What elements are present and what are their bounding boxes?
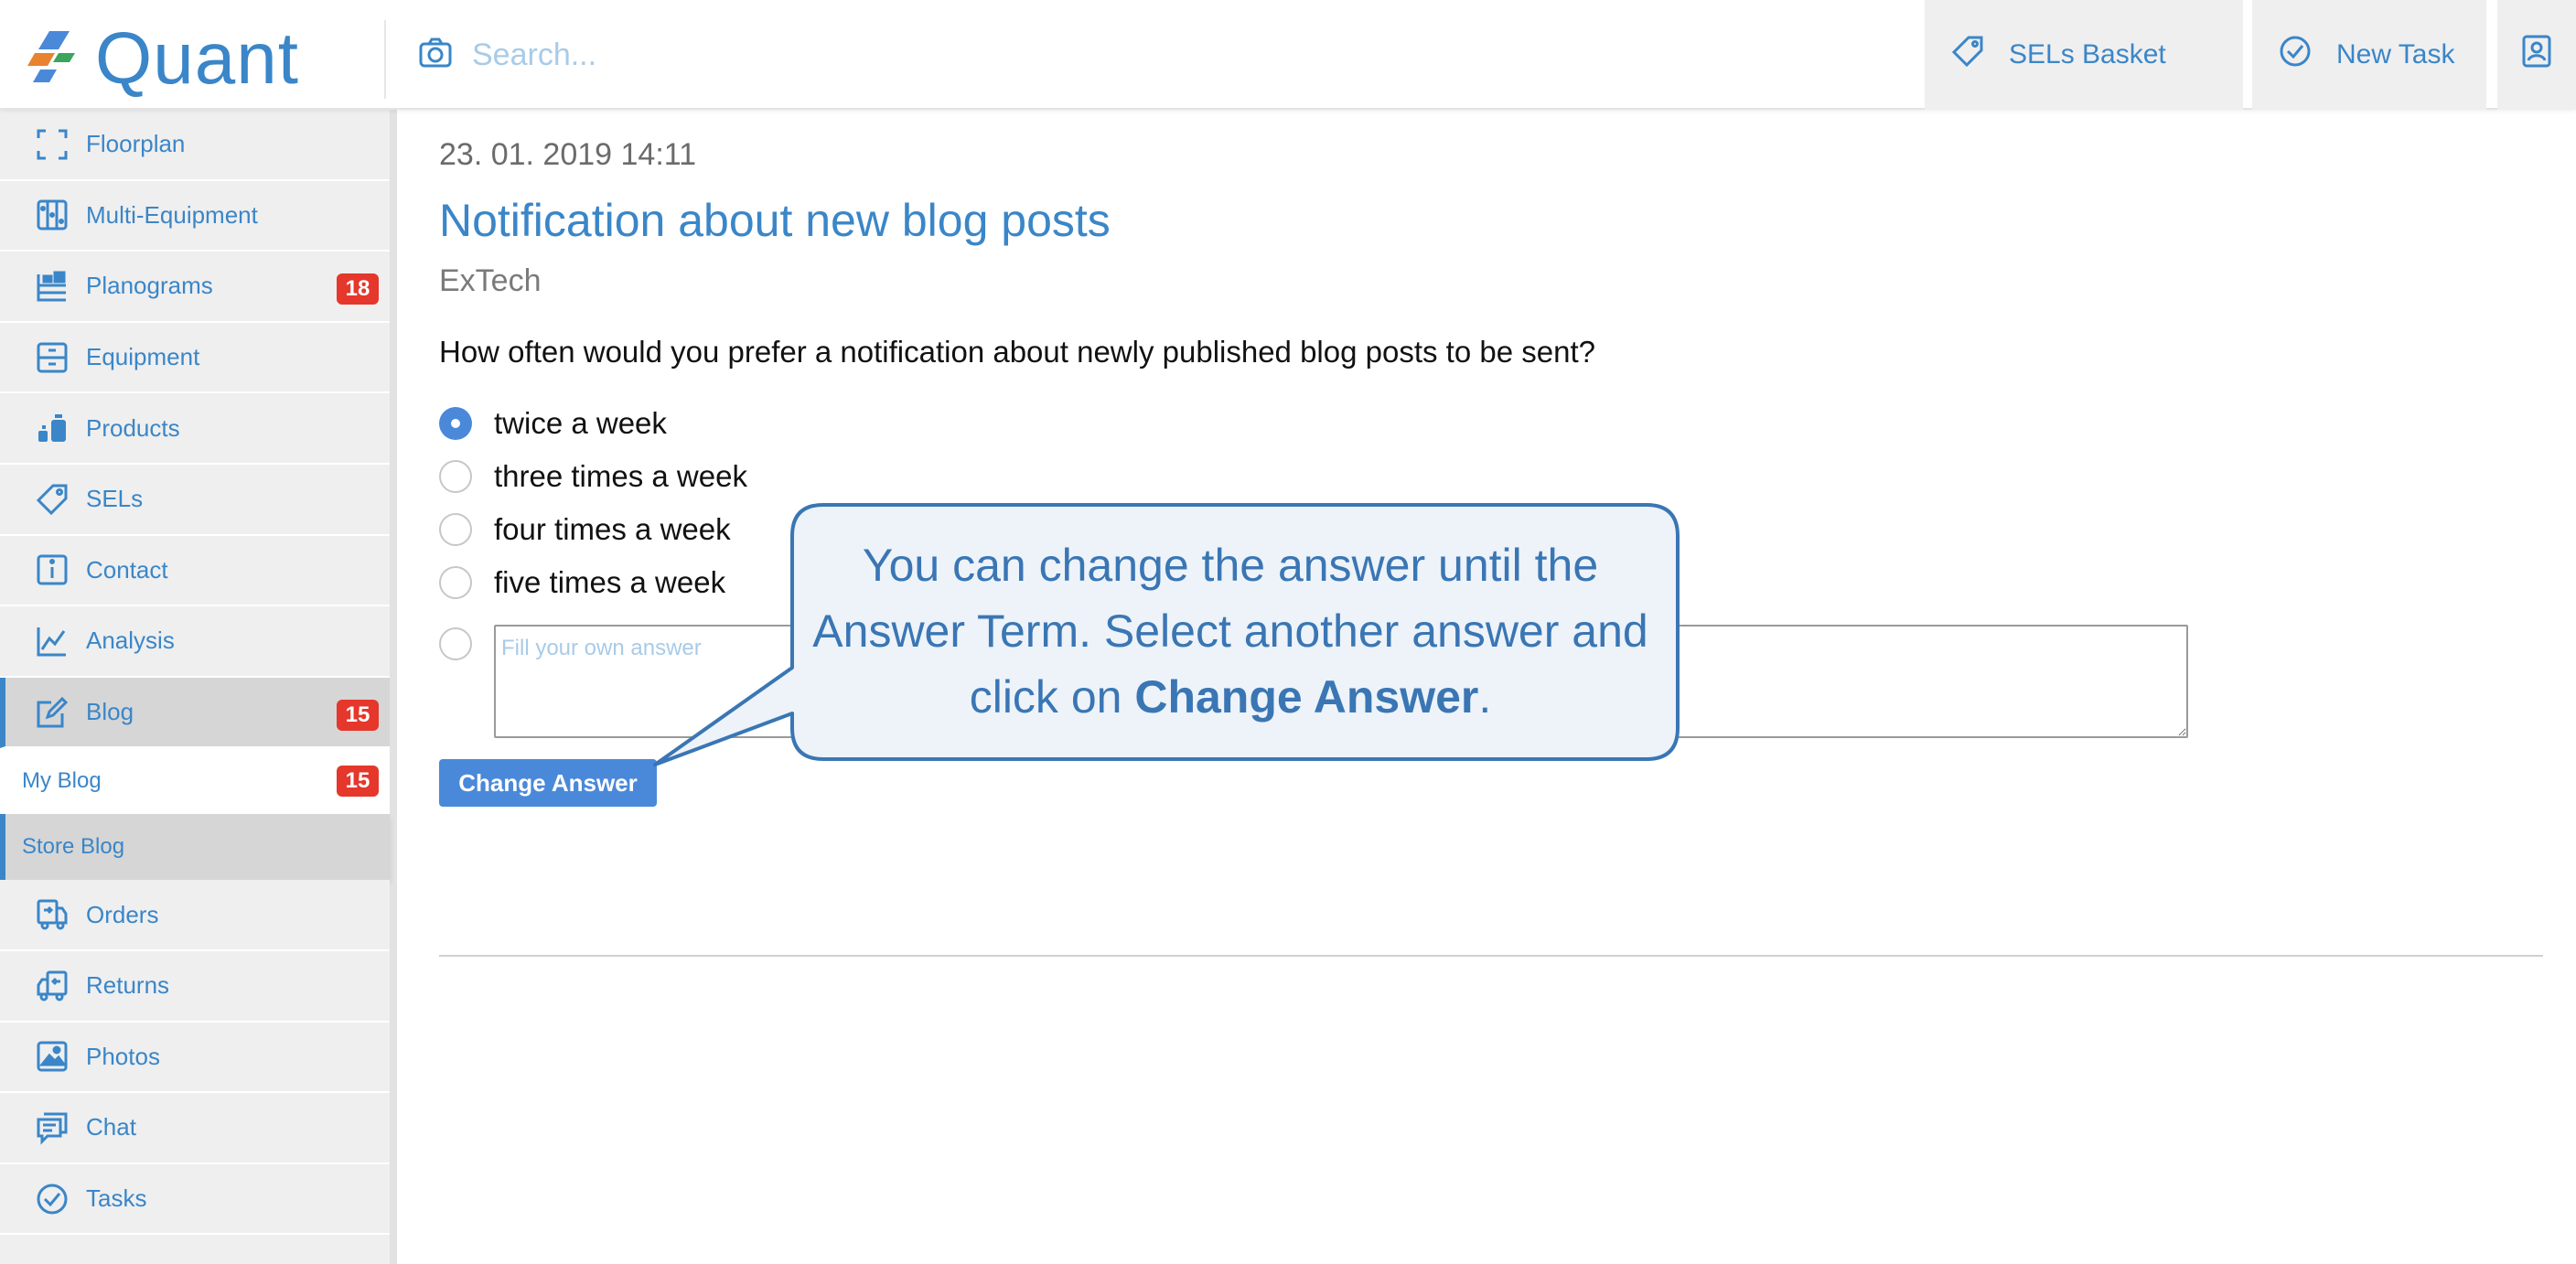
callout-message: You can change the answer until the Answ… (812, 540, 1648, 723)
poll-option[interactable]: five times a week (439, 565, 725, 600)
post-date: 23. 01. 2019 14:11 (439, 137, 697, 172)
radio-own-answer[interactable] (439, 627, 472, 660)
radio-selected[interactable] (439, 407, 472, 440)
sidebar-item-photos[interactable]: Photos (0, 1022, 390, 1094)
tag-icon (35, 482, 70, 517)
sels-basket-label: SELs Basket (2009, 39, 2166, 70)
sidebar-item-sels[interactable]: SELs (0, 464, 390, 536)
tag-icon (1950, 34, 2009, 76)
logo-text: Quant (95, 17, 299, 99)
sidebar-item-label: Blog (86, 698, 134, 726)
radio-button[interactable] (439, 460, 472, 493)
sidebar: Floorplan Multi-Equipment Planograms 18 (0, 110, 397, 1264)
sidebar-item-label: Analysis (86, 627, 175, 655)
sidebar-item-returns[interactable]: Returns (0, 950, 390, 1023)
top-bar: Quant SELs Basket New Task (0, 0, 2576, 110)
poll-option[interactable]: three times a week (439, 459, 747, 494)
sidebar-item-label: Photos (86, 1042, 160, 1070)
sidebar-item-floorplan[interactable]: Floorplan (0, 110, 390, 181)
camera-icon[interactable] (417, 35, 454, 76)
sidebar-subitem-label: Store Blog (22, 834, 125, 860)
check-circle-icon (2278, 34, 2336, 76)
new-task-button[interactable]: New Task (2252, 0, 2486, 110)
sidebar-item-chat[interactable]: Chat (0, 1093, 390, 1164)
radio-button[interactable] (439, 566, 472, 599)
products-icon (35, 411, 70, 445)
sidebar-item-label: Planograms (86, 272, 213, 300)
sidebar-item-label: Returns (86, 971, 170, 1000)
truck-icon (35, 897, 70, 932)
multi-equipment-icon (35, 198, 70, 232)
sidebar-item-label: Products (86, 413, 180, 442)
chat-icon (35, 1110, 70, 1145)
sidebar-item-equipment[interactable]: Equipment (0, 322, 390, 394)
new-task-label: New Task (2336, 39, 2455, 70)
chart-icon (35, 624, 70, 659)
poll-question: How often would you prefer a notificatio… (439, 335, 1595, 369)
divider (384, 20, 386, 99)
sidebar-item-analysis[interactable]: Analysis (0, 606, 390, 678)
sidebar-item-label: SELs (86, 485, 144, 513)
check-circle-icon (35, 1182, 70, 1216)
callout-text: You can change the answer until the Answ… (787, 512, 1674, 750)
poll-option[interactable]: twice a week (439, 406, 667, 441)
quant-logo-icon (22, 27, 80, 91)
sidebar-item-label: Tasks (86, 1184, 147, 1213)
notification-badge: 15 (337, 766, 379, 798)
user-icon (2519, 34, 2554, 76)
poll-option-label: five times a week (494, 565, 726, 599)
sidebar-item-orders[interactable]: Orders (0, 880, 390, 951)
sidebar-item-planograms[interactable]: Planograms 18 (0, 252, 390, 323)
info-icon (35, 552, 70, 587)
poll-option-label: three times a week (494, 459, 747, 493)
sidebar-item-label: Chat (86, 1113, 136, 1141)
poll-option-label: twice a week (494, 406, 667, 440)
sidebar-item-contact[interactable]: Contact (0, 535, 390, 607)
divider (439, 955, 2543, 957)
sidebar-item-label: Equipment (86, 343, 200, 371)
notification-badge: 18 (337, 273, 379, 305)
sidebar-subitem-label: My Blog (22, 768, 102, 794)
app-logo[interactable]: Quant (22, 17, 299, 99)
planograms-icon (35, 269, 70, 304)
poll-option[interactable]: four times a week (439, 512, 731, 547)
notification-badge: 15 (337, 699, 379, 731)
post-author: ExTech (439, 263, 542, 298)
sidebar-subitem-store-blog[interactable]: Store Blog (0, 814, 390, 881)
sidebar-item-tasks[interactable]: Tasks (0, 1163, 390, 1236)
sidebar-item-label: Orders (86, 900, 159, 928)
sidebar-item-products[interactable]: Products (0, 393, 390, 465)
sidebar-item-multi-equipment[interactable]: Multi-Equipment (0, 180, 390, 252)
sidebar-item-label: Multi-Equipment (86, 200, 258, 229)
search-bar[interactable] (417, 27, 1881, 82)
equipment-icon (35, 340, 70, 375)
sidebar-item-blog[interactable]: Blog 15 (0, 677, 390, 749)
poll-option-label: four times a week (494, 512, 731, 546)
return-truck-icon (35, 969, 70, 1003)
sidebar-subitem-my-blog[interactable]: My Blog 15 (0, 748, 390, 815)
sels-basket-button[interactable]: SELs Basket (1925, 0, 2243, 110)
user-profile-button[interactable] (2497, 0, 2576, 110)
image-icon (35, 1039, 70, 1074)
sidebar-item-label: Floorplan (86, 130, 186, 158)
sidebar-item-label: Contact (86, 555, 168, 584)
radio-button[interactable] (439, 513, 472, 546)
edit-icon (35, 695, 70, 730)
search-input[interactable] (470, 36, 1751, 74)
floorplan-icon (35, 127, 70, 162)
change-answer-button[interactable]: Change Answer (439, 759, 657, 807)
post-title: Notification about new blog posts (439, 195, 1111, 246)
